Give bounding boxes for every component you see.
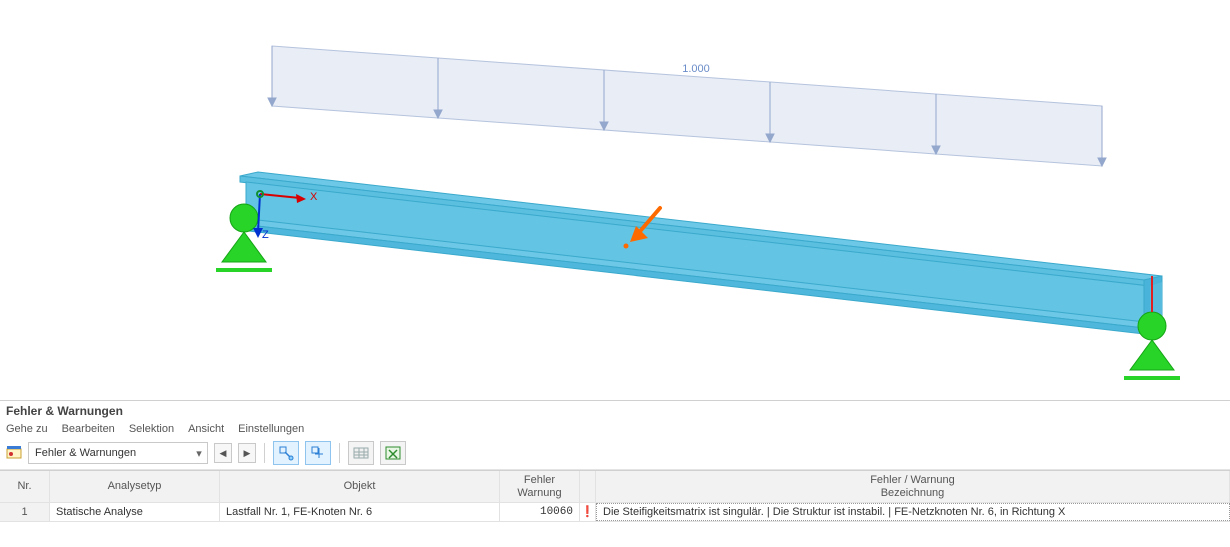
view-selector[interactable]: Fehler & Warnungen ▾ [28,442,208,464]
cell-desc: Die Steifigkeitsmatrix ist singulär. | D… [596,503,1230,521]
load-diagram: 1.000 [268,46,1106,166]
svg-text:Z: Z [262,229,269,241]
menu-goto[interactable]: Gehe zu [6,423,48,435]
col-code[interactable]: FehlerWarnung [500,471,580,502]
col-nr[interactable]: Nr. [0,471,50,502]
menu-edit[interactable]: Bearbeiten [62,423,115,435]
cell-objekt: Lastfall Nr. 1, FE-Knoten Nr. 6 [220,503,500,521]
chevron-down-icon: ▾ [191,444,207,462]
filter-mark-button[interactable] [305,441,331,465]
col-analyse[interactable]: Analysetyp [50,471,220,502]
panel-type-icon [6,445,22,461]
prev-button[interactable]: ◀ [214,443,232,463]
error-icon: ❗ [580,503,596,521]
beam [240,172,1162,334]
table-row[interactable]: 1 Statische Analyse Lastfall Nr. 1, FE-K… [0,503,1230,522]
panel-menu: Gehe zu Bearbeiten Selektion Ansicht Ein… [0,421,1230,439]
menu-settings[interactable]: Einstellungen [238,423,304,435]
menu-view[interactable]: Ansicht [188,423,224,435]
model-viewport[interactable]: 1.000 X Z [0,0,1230,400]
scene-svg: 1.000 X Z [0,0,1230,400]
svg-text:X: X [310,191,318,203]
errors-panel: Fehler & Warnungen Gehe zu Bearbeiten Se… [0,400,1230,547]
load-value: 1.000 [682,63,710,75]
toolbar-separator-2 [339,443,340,463]
panel-toolbar: Fehler & Warnungen ▾ ◀ ▶ [0,439,1230,470]
cell-nr: 1 [0,503,50,521]
filter-info-button[interactable] [273,441,299,465]
toolbar-separator [264,443,265,463]
cell-analyse: Statische Analyse [50,503,220,521]
col-desc[interactable]: Fehler / WarnungBezeichnung [596,471,1230,502]
export-excel-button[interactable] [380,441,406,465]
col-objekt[interactable]: Objekt [220,471,500,502]
cell-code: 10060 [500,503,580,521]
table-header-row: Nr. Analysetyp Objekt FehlerWarnung Fehl… [0,471,1230,503]
panel-title: Fehler & Warnungen [0,401,1230,421]
table-settings-button[interactable] [348,441,374,465]
col-icon [580,471,596,502]
menu-select[interactable]: Selektion [129,423,174,435]
next-button[interactable]: ▶ [238,443,256,463]
view-selector-label: Fehler & Warnungen [29,447,191,459]
errors-table: Nr. Analysetyp Objekt FehlerWarnung Fehl… [0,470,1230,547]
